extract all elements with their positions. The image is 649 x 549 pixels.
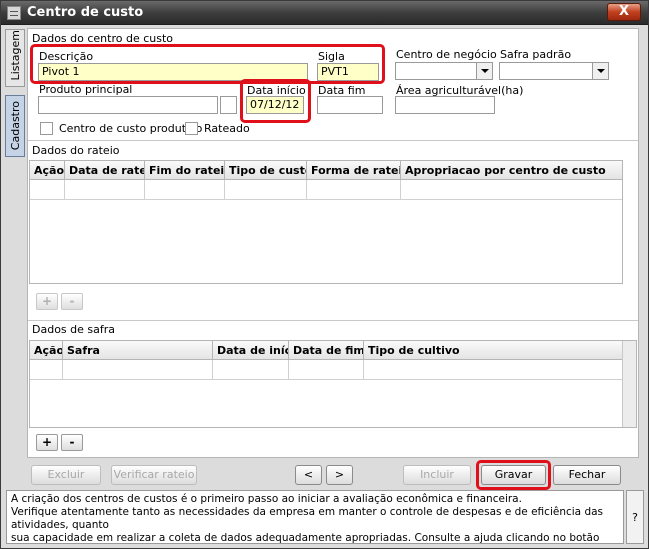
data-inicio-input[interactable]: 07/12/12 — [246, 96, 304, 114]
descricao-label: Descrição — [39, 50, 94, 63]
table-row[interactable] — [30, 360, 622, 380]
previous-record-button[interactable]: < — [295, 465, 322, 485]
rateio-col-tipo-custo[interactable]: Tipo de custo — [225, 161, 307, 180]
sigla-label: Sigla — [318, 50, 345, 63]
section-title-dados-rateio: Dados do rateio — [32, 144, 120, 157]
excluir-button[interactable]: Excluir — [31, 465, 101, 485]
data-fim-input[interactable] — [317, 96, 383, 114]
rateado-checkbox[interactable] — [185, 122, 198, 135]
help-question-button[interactable]: ? — [626, 490, 644, 544]
rateio-remove-button[interactable]: - — [61, 293, 83, 310]
table-row[interactable] — [30, 180, 622, 200]
close-button[interactable]: X — [607, 3, 641, 21]
gravar-button[interactable]: Gravar — [481, 465, 546, 485]
table-cell[interactable] — [30, 360, 63, 380]
tab-cadastro-label: Cadastro — [9, 100, 22, 150]
table-cell[interactable] — [364, 360, 622, 380]
rateio-col-forma-rateio[interactable]: Forma de rateio — [307, 161, 401, 180]
safra-remove-button[interactable]: - — [61, 434, 83, 451]
title-bar[interactable]: Centro de custo X — [1, 1, 648, 25]
table-cell[interactable] — [30, 180, 65, 200]
sigla-input[interactable]: PVT1 — [317, 63, 379, 81]
safra-grid-header: Ação Safra Data de início Data de fim Ti… — [30, 341, 622, 360]
tab-listagem-label: Listagem — [9, 29, 22, 80]
action-button-bar: Excluir Verificar rateio < > Incluir Gra… — [27, 459, 639, 490]
cadastro-panel: Dados do centro de custo Descrição Pivot… — [27, 28, 639, 458]
chevron-down-icon[interactable] — [476, 63, 492, 79]
help-line-2: Verifique atentamente tanto as necessida… — [11, 506, 604, 531]
area-input[interactable] — [395, 96, 495, 114]
window-app-icon — [7, 6, 21, 20]
next-record-button[interactable]: > — [326, 465, 353, 485]
safra-col-data-inicio[interactable]: Data de início — [213, 341, 289, 360]
help-line-3: sua capacidade em realizar a coleta de d… — [11, 532, 600, 544]
chevron-down-icon[interactable] — [592, 63, 608, 79]
section-title-dados-safra: Dados de safra — [32, 323, 116, 336]
table-cell[interactable] — [307, 180, 401, 200]
tab-listagem[interactable]: Listagem — [5, 29, 25, 87]
safra-col-safra[interactable]: Safra — [63, 341, 213, 360]
rateio-col-fim-rateio[interactable]: Fim do rateio — [145, 161, 225, 180]
rateio-col-data-rateio[interactable]: Data de rateio — [65, 161, 145, 180]
safra-col-acao[interactable]: Ação — [30, 341, 63, 360]
rateio-grid: Ação Data de rateio Fim do rateio Tipo d… — [29, 160, 623, 284]
table-cell[interactable] — [289, 360, 364, 380]
safra-col-tipo-cultivo[interactable]: Tipo de cultivo — [364, 341, 622, 360]
centro-produtivo-label: Centro de custo produtivo — [59, 122, 203, 135]
fechar-button[interactable]: Fechar — [553, 465, 621, 485]
rateio-col-apropriacao[interactable]: Apropriacao por centro de custo — [401, 161, 622, 180]
table-cell[interactable] — [63, 360, 213, 380]
produto-principal-label: Produto principal — [39, 83, 133, 96]
help-line-1: A criação dos centros de custos é o prim… — [11, 493, 522, 505]
safra-grid-scrollbar[interactable] — [622, 341, 636, 427]
safra-grid: Ação Safra Data de início Data de fim Ti… — [29, 340, 637, 428]
table-cell[interactable] — [145, 180, 225, 200]
table-cell[interactable] — [213, 360, 289, 380]
safra-col-data-fim[interactable]: Data de fim — [289, 341, 364, 360]
table-cell[interactable] — [65, 180, 145, 200]
table-cell[interactable] — [401, 180, 622, 200]
centro-negocio-label: Centro de negócio — [396, 48, 497, 61]
tab-cadastro[interactable]: Cadastro — [5, 95, 25, 157]
safra-padrao-select[interactable] — [499, 62, 609, 80]
section-divider — [28, 320, 638, 321]
table-cell[interactable] — [225, 180, 307, 200]
rateio-grid-header: Ação Data de rateio Fim do rateio Tipo d… — [30, 161, 622, 180]
section-divider — [28, 140, 638, 141]
produto-principal-input[interactable] — [38, 96, 218, 114]
help-text-box: A criação dos centros de custos é o prim… — [6, 490, 624, 544]
rateio-add-button[interactable]: + — [36, 293, 58, 310]
window-title: Centro de custo — [27, 5, 144, 20]
safra-padrao-label: Safra padrão — [500, 48, 572, 61]
verificar-rateio-button[interactable]: Verificar rateio — [111, 465, 197, 485]
incluir-button[interactable]: Incluir — [403, 465, 471, 485]
rateio-col-acao[interactable]: Ação — [30, 161, 65, 180]
centro-negocio-select[interactable] — [395, 62, 493, 80]
rateado-label: Rateado — [204, 122, 250, 135]
centro-produtivo-checkbox[interactable] — [40, 122, 53, 135]
produto-principal-lookup-button[interactable] — [220, 96, 237, 114]
centro-de-custo-window: Centro de custo X Listagem Cadastro Dado… — [0, 0, 649, 549]
safra-add-button[interactable]: + — [36, 434, 58, 451]
